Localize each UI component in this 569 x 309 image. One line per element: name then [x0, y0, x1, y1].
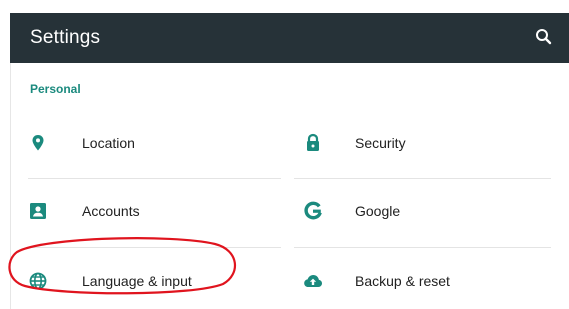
- search-icon: [536, 29, 552, 45]
- settings-item-label: Accounts: [82, 203, 140, 219]
- settings-screen: Settings Personal Location Security Acco…: [0, 0, 569, 309]
- settings-item-google[interactable]: Google: [294, 179, 551, 245]
- settings-item-label: Security: [355, 135, 406, 151]
- search-button[interactable]: [533, 26, 555, 48]
- app-bar: Settings: [10, 13, 569, 63]
- cloud-upload-icon: [303, 271, 323, 291]
- divider: [294, 247, 551, 248]
- settings-item-label: Location: [82, 135, 135, 151]
- account-box-icon: [28, 201, 48, 221]
- settings-item-label: Backup & reset: [355, 273, 450, 289]
- highlight-ellipse: [8, 237, 237, 295]
- page-title: Settings: [30, 27, 101, 48]
- settings-item-security[interactable]: Security: [294, 111, 551, 177]
- location-pin-icon: [28, 133, 48, 153]
- section-header-personal: Personal: [30, 82, 81, 96]
- settings-item-backup-reset[interactable]: Backup & reset: [294, 249, 551, 309]
- settings-item-label: Google: [355, 203, 401, 219]
- google-g-icon: [303, 201, 323, 221]
- settings-item-location[interactable]: Location: [11, 111, 281, 177]
- lock-icon: [303, 133, 323, 153]
